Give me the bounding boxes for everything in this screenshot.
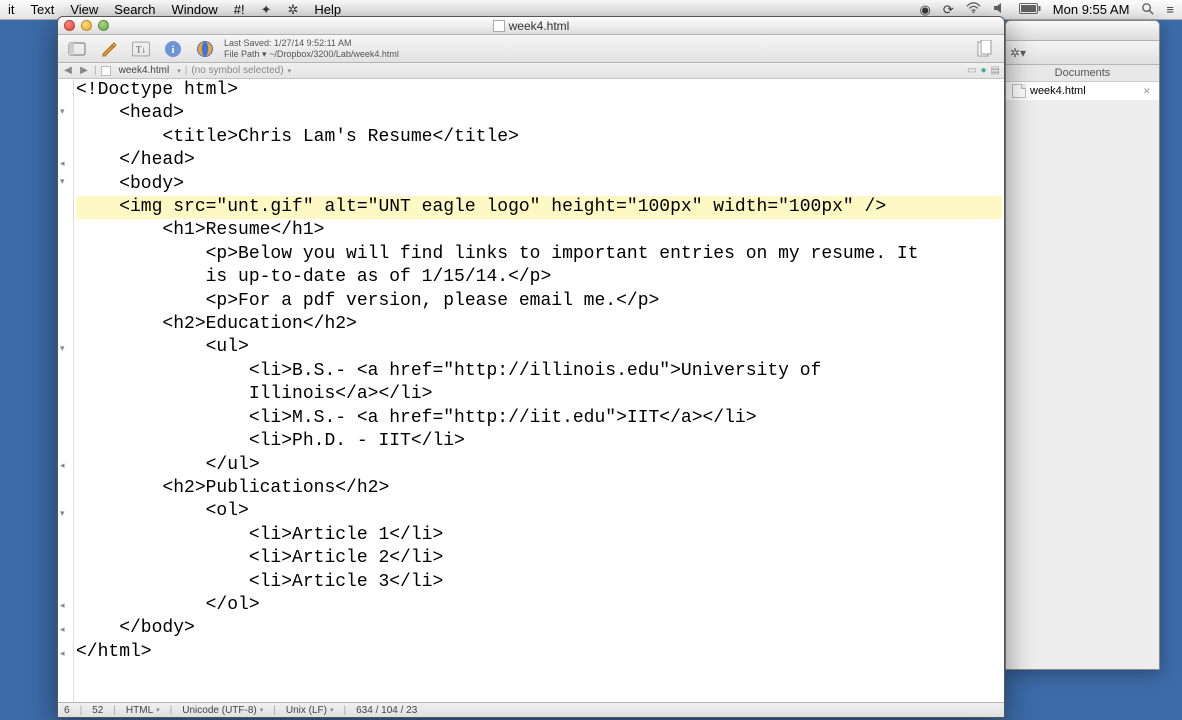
- text-options-button[interactable]: T↓: [128, 38, 154, 60]
- close-window-button[interactable]: [64, 20, 75, 31]
- code-line[interactable]: <li>Ph.D. - IIT</li>: [76, 430, 1002, 453]
- menu-item[interactable]: View: [70, 2, 98, 17]
- minimize-window-button[interactable]: [81, 20, 92, 31]
- code-line[interactable]: <head>: [76, 102, 1002, 125]
- breadcrumb-file[interactable]: week4.html: [115, 65, 174, 76]
- code-line[interactable]: <!Doctype html>: [76, 79, 1002, 102]
- wifi-icon[interactable]: [966, 2, 981, 17]
- status-bar: 6 | 52 | HTML | Unicode (UTF-8) | Unix (…: [58, 702, 1004, 717]
- file-name: week4.html: [1030, 85, 1086, 97]
- status-encoding[interactable]: Unicode (UTF-8): [182, 705, 263, 716]
- code-line[interactable]: <ol>: [76, 500, 1002, 523]
- status-line[interactable]: 6: [64, 705, 70, 716]
- fold-marker-icon[interactable]: ◂: [60, 159, 65, 168]
- code-line[interactable]: <h1>Resume</h1>: [76, 219, 1002, 242]
- menu-item[interactable]: Search: [114, 2, 155, 17]
- fold-marker-icon[interactable]: ▾: [60, 344, 65, 353]
- file-icon: [1012, 84, 1026, 98]
- editor-window: week4.html T↓ i Last Saved: 1/27/14 9:52…: [57, 16, 1005, 718]
- nav-forward-button[interactable]: ▶: [78, 65, 90, 76]
- code-line[interactable]: Illinois</a></li>: [76, 383, 1002, 406]
- status-size[interactable]: 634 / 104 / 23: [356, 705, 417, 716]
- fold-marker-icon[interactable]: ◂: [60, 625, 65, 634]
- menu-item[interactable]: it: [8, 2, 15, 17]
- code-line[interactable]: </html>: [76, 641, 1002, 664]
- spotlight-icon[interactable]: [1141, 2, 1154, 18]
- fold-marker-icon[interactable]: ▾: [60, 509, 65, 518]
- code-line[interactable]: <li>Article 1</li>: [76, 524, 1002, 547]
- documents-panel-window: ✲▾ Documents week4.html ✕: [1005, 20, 1160, 670]
- status-language[interactable]: HTML: [126, 705, 160, 716]
- file-info: Last Saved: 1/27/14 9:52:11 AM File Path…: [224, 38, 399, 60]
- code-line[interactable]: </head>: [76, 149, 1002, 172]
- code-line[interactable]: </ol>: [76, 594, 1002, 617]
- nav-back-button[interactable]: ◀: [62, 65, 74, 76]
- back-window-toolbar: ✲▾: [1006, 41, 1159, 65]
- status-line-ending[interactable]: Unix (LF): [286, 705, 334, 716]
- code-line[interactable]: <li>Article 3</li>: [76, 571, 1002, 594]
- documents-header: Documents: [1006, 65, 1159, 82]
- code-line[interactable]: <img src="unt.gif" alt="UNT eagle logo" …: [76, 196, 1002, 219]
- fold-marker-icon[interactable]: ▾: [60, 177, 65, 186]
- code-line[interactable]: <h2>Publications</h2>: [76, 477, 1002, 500]
- sidebar-toggle-button[interactable]: [64, 38, 90, 60]
- back-window-titlebar[interactable]: [1006, 21, 1159, 41]
- window-title: week4.html: [509, 19, 570, 33]
- split-icon[interactable]: ▤: [991, 65, 1000, 76]
- fold-marker-icon[interactable]: ◂: [60, 649, 65, 658]
- menu-item[interactable]: Text: [31, 2, 55, 17]
- volume-icon[interactable]: [993, 2, 1007, 17]
- zoom-window-button[interactable]: [98, 20, 109, 31]
- menu-item[interactable]: Help: [314, 2, 341, 17]
- edit-mode-button[interactable]: [96, 38, 122, 60]
- notifications-icon[interactable]: ≡: [1166, 2, 1174, 17]
- code-line[interactable]: <title>Chris Lam's Resume</title>: [76, 126, 1002, 149]
- info-button[interactable]: i: [160, 38, 186, 60]
- file-type-icon: [101, 66, 111, 76]
- battery-icon[interactable]: [1019, 2, 1041, 17]
- navigation-bar: ◀ ▶ | week4.html ▾ | (no symbol selected…: [58, 63, 1004, 79]
- symbol-selector[interactable]: (no symbol selected): [191, 65, 283, 76]
- fold-marker-icon[interactable]: ◂: [60, 601, 65, 610]
- preview-button[interactable]: [192, 38, 218, 60]
- code-line[interactable]: <body>: [76, 173, 1002, 196]
- code-line[interactable]: <ul>: [76, 336, 1002, 359]
- counterpart-icon[interactable]: ▭: [967, 65, 976, 76]
- marker-icon[interactable]: ●: [981, 65, 987, 76]
- fold-marker-icon[interactable]: ◂: [60, 461, 65, 470]
- code-line[interactable]: is up-to-date as of 1/15/14.</p>: [76, 266, 1002, 289]
- document-icon: [493, 20, 505, 32]
- close-icon[interactable]: ✕: [1143, 86, 1153, 96]
- window-titlebar[interactable]: week4.html: [58, 17, 1004, 35]
- svg-text:i: i: [171, 44, 174, 56]
- code-line[interactable]: <h2>Education</h2>: [76, 313, 1002, 336]
- code-line[interactable]: <li>B.S.- <a href="http://illinois.edu">…: [76, 360, 1002, 383]
- code-editor[interactable]: <!Doctype html> <head> <title>Chris Lam'…: [74, 79, 1004, 702]
- clock[interactable]: Mon 9:55 AM: [1053, 2, 1130, 17]
- documents-drawer-button[interactable]: [972, 38, 998, 60]
- file-row[interactable]: week4.html ✕: [1006, 82, 1159, 101]
- code-line[interactable]: <p>For a pdf version, please email me.</…: [76, 290, 1002, 313]
- fold-gutter[interactable]: ▾ ◂ ▾ ▾ ◂ ▾ ◂ ◂ ◂: [58, 79, 74, 702]
- fold-marker-icon[interactable]: ▾: [60, 107, 65, 116]
- gear-icon[interactable]: ✲▾: [1010, 46, 1026, 60]
- menu-item[interactable]: #!: [234, 2, 245, 17]
- code-line[interactable]: </body>: [76, 617, 1002, 640]
- editor-body: ▾ ◂ ▾ ▾ ◂ ▾ ◂ ◂ ◂ <!Doctype html> <head>…: [58, 79, 1004, 702]
- svg-text:T↓: T↓: [136, 44, 146, 54]
- code-line[interactable]: </ul>: [76, 454, 1002, 477]
- code-line[interactable]: <li>Article 2</li>: [76, 547, 1002, 570]
- menu-item[interactable]: Window: [172, 2, 218, 17]
- code-line[interactable]: <p>Below you will find links to importan…: [76, 243, 1002, 266]
- code-line[interactable]: <li>M.S.- <a href="http://iit.edu">IIT</…: [76, 407, 1002, 430]
- status-col[interactable]: 52: [92, 705, 103, 716]
- editor-toolbar: T↓ i Last Saved: 1/27/14 9:52:11 AM File…: [58, 35, 1004, 63]
